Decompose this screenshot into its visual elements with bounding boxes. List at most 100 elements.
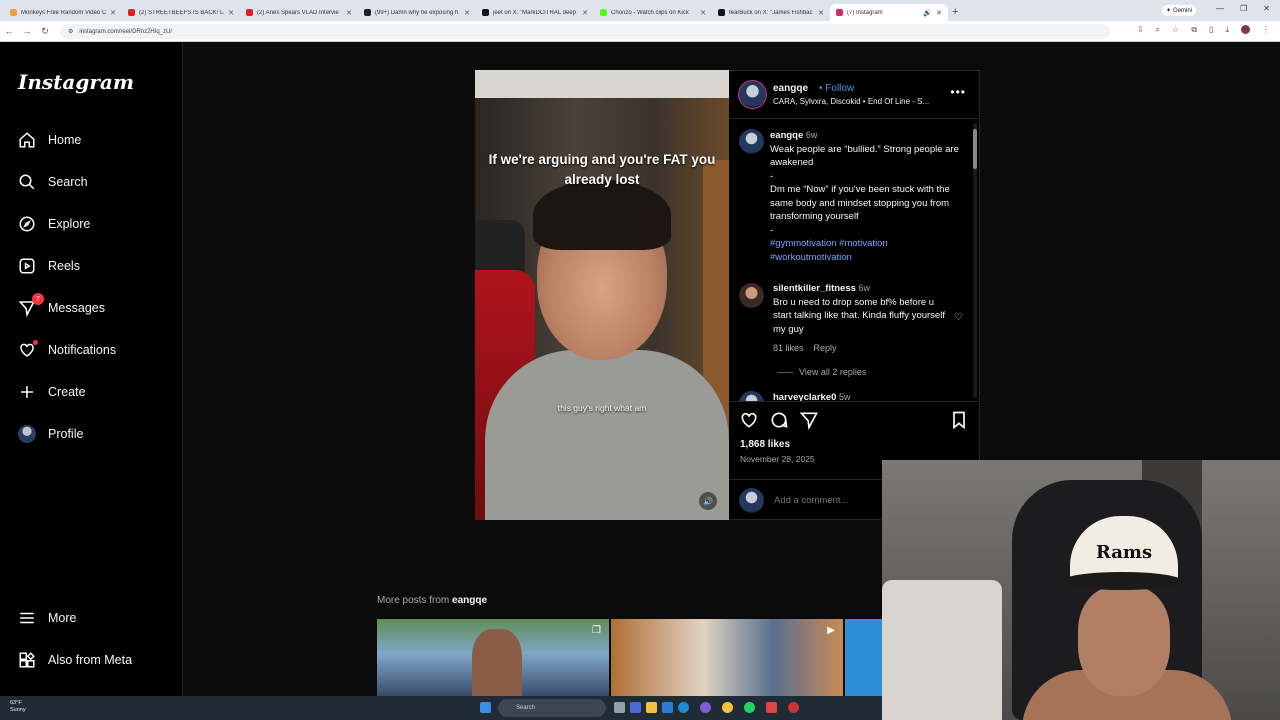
taskbar-search[interactable]: Search — [498, 699, 606, 717]
post-thumbnail[interactable]: ❐ — [377, 619, 609, 696]
scrollbar-thumb[interactable] — [973, 129, 977, 169]
more-posts-heading: More posts from eangqe — [377, 595, 487, 606]
task-view-icon[interactable] — [614, 702, 625, 713]
comment-username[interactable]: silentkiller_fitness — [773, 283, 856, 294]
comment-likes[interactable]: 81 likes — [773, 343, 804, 353]
close-icon[interactable]: ✕ — [700, 9, 706, 17]
browser-tab[interactable]: (2) STREETBEEFS IS BACK! Last ✕ — [122, 4, 240, 21]
sidebar-item-also-from-meta[interactable]: Also from Meta — [18, 646, 132, 674]
like-count[interactable]: 1,868 likes — [740, 439, 790, 450]
file-explorer-icon[interactable] — [646, 702, 657, 713]
app-icon[interactable] — [766, 702, 777, 713]
spotify-icon[interactable] — [744, 702, 755, 713]
sidebar-item-messages[interactable]: 7 Messages — [18, 293, 105, 322]
sidebar-item-notifications[interactable]: Notifications — [18, 336, 116, 364]
url-field[interactable]: ⚙ instagram.com/reel/DRnz2HIq_zU/ — [60, 24, 1110, 39]
zoom-icon[interactable]: ⌕ — [1156, 25, 1160, 35]
close-icon[interactable]: ✕ — [346, 9, 352, 17]
widgets-icon[interactable] — [630, 702, 641, 713]
sidebar-item-label: Notifications — [48, 343, 117, 357]
back-icon[interactable]: ← — [0, 26, 18, 36]
sidepanel-icon[interactable]: ▯ — [1209, 25, 1213, 35]
sidebar-item-label: Home — [48, 133, 82, 147]
obs-icon[interactable] — [788, 702, 799, 713]
post-thumbnail[interactable]: ▶ — [611, 619, 843, 696]
profile-avatar[interactable] — [1241, 25, 1250, 34]
download-icon[interactable]: ⤓ — [1225, 25, 1229, 35]
comment-bubble-icon[interactable] — [769, 410, 789, 430]
caption-dash: - — [770, 224, 774, 236]
comments-list[interactable]: eangqe 6w Weak people are “bullied.” Str… — [729, 119, 980, 402]
webcam-bed — [882, 580, 1002, 720]
more-options-icon[interactable]: ••• — [950, 85, 966, 99]
install-app-icon[interactable]: ⇩ — [1137, 25, 1144, 35]
comment-like-heart-icon[interactable]: ♡ — [954, 312, 963, 323]
sidebar-item-reels[interactable]: Reels — [18, 252, 80, 280]
comments-scrollbar[interactable] — [973, 123, 977, 398]
bookmark-icon[interactable] — [949, 410, 969, 430]
caption-avatar[interactable] — [739, 129, 764, 154]
browser-tab[interactable]: jeet on X: "MarkDCITRAL deep ✕ — [476, 4, 594, 21]
weather-widget[interactable]: 63°F Sunny — [10, 700, 26, 714]
share-icon[interactable] — [799, 410, 819, 431]
speaker-icon: 🔊 — [703, 496, 713, 506]
youtube-icon — [128, 9, 135, 16]
comment-username[interactable]: harveyclarke0 — [773, 392, 836, 401]
sidebar-item-search[interactable]: Search — [18, 168, 88, 196]
maximize-icon[interactable]: ❐ — [1240, 4, 1247, 13]
close-icon[interactable]: ✕ — [582, 9, 588, 17]
carousel-icon: ❐ — [592, 625, 601, 636]
instagram-logo[interactable]: Instagram — [18, 70, 134, 94]
sidebar-item-more[interactable]: More — [18, 604, 76, 632]
close-icon[interactable]: ✕ — [228, 9, 234, 17]
caption-username[interactable]: eangqe — [770, 130, 803, 141]
post-thumbnail[interactable] — [845, 619, 882, 696]
view-replies-button[interactable]: View all 2 replies — [799, 366, 866, 380]
edge-icon[interactable] — [678, 702, 689, 713]
new-tab-button[interactable]: + — [952, 6, 958, 18]
follow-button[interactable]: • Follow — [819, 83, 854, 94]
browser-tab[interactable]: (2) Aries Spears VLAD Intervie ✕ — [240, 4, 358, 21]
close-icon[interactable]: ✕ — [464, 9, 470, 17]
bookmark-star-icon[interactable]: ☆ — [1172, 25, 1179, 35]
windows-start-icon[interactable] — [480, 702, 491, 713]
caption-hashtags[interactable]: #gymmotivation #motivation #workoutmotiv… — [770, 237, 960, 264]
browser-tab[interactable]: Monkeys Free Random Video Ch ✕ — [4, 4, 122, 21]
weather-condition: Sunny — [10, 707, 26, 713]
close-window-icon[interactable]: ✕ — [1263, 4, 1270, 13]
browser-tab[interactable]: fearBuck on X: "James Fishbac ✕ — [712, 4, 830, 21]
browser-tab-active[interactable]: (7) Instagram 🔊 ✕ — [830, 4, 948, 21]
like-heart-icon[interactable] — [739, 410, 759, 430]
more-posts-username[interactable]: eangqe — [452, 595, 487, 606]
minimize-icon[interactable]: — — [1216, 4, 1224, 13]
browser-tab[interactable]: Chorizo - Watch clips on Kick ✕ — [594, 4, 712, 21]
close-icon[interactable]: ✕ — [936, 9, 942, 17]
gemini-button[interactable]: ✦ Gemini — [1162, 5, 1197, 16]
browser-tab[interactable]: (99+) Damn why he exposing h ✕ — [358, 4, 476, 21]
store-icon[interactable] — [662, 702, 673, 713]
reel-video[interactable]: If we're arguing and you're FAT you alre… — [475, 70, 729, 520]
video-person-shirt — [485, 350, 729, 520]
site-info-icon[interactable]: ⚙ — [68, 28, 73, 35]
reload-icon[interactable]: ↻ — [36, 26, 54, 37]
sidebar-item-profile[interactable]: Profile — [18, 420, 83, 448]
close-icon[interactable]: ✕ — [110, 9, 116, 17]
sidebar-item-home[interactable]: Home — [18, 126, 81, 154]
kebab-menu-icon[interactable]: ⋮ — [1262, 25, 1270, 35]
author-avatar[interactable] — [738, 80, 767, 109]
audio-attribution[interactable]: CARA, Sylvxra, Discokid • End Of Line - … — [773, 97, 929, 106]
discord-icon[interactable] — [700, 702, 711, 713]
chrome-icon[interactable] — [722, 702, 733, 713]
commenter-avatar[interactable] — [739, 283, 764, 308]
add-comment-input[interactable]: Add a comment... — [774, 495, 848, 506]
extensions-icon[interactable]: ⧉ — [1191, 25, 1197, 35]
forward-icon[interactable]: → — [18, 26, 36, 36]
commenter-avatar[interactable] — [739, 391, 764, 401]
sidebar-item-create[interactable]: Create — [18, 378, 86, 406]
author-username[interactable]: eangqe — [773, 83, 808, 94]
post-header: eangqe • Follow CARA, Sylvxra, Discokid … — [729, 71, 980, 119]
sidebar-item-explore[interactable]: Explore — [18, 210, 90, 238]
comment-reply-button[interactable]: Reply — [814, 343, 837, 353]
close-icon[interactable]: ✕ — [818, 9, 824, 17]
mute-button[interactable]: 🔊 — [699, 492, 717, 510]
